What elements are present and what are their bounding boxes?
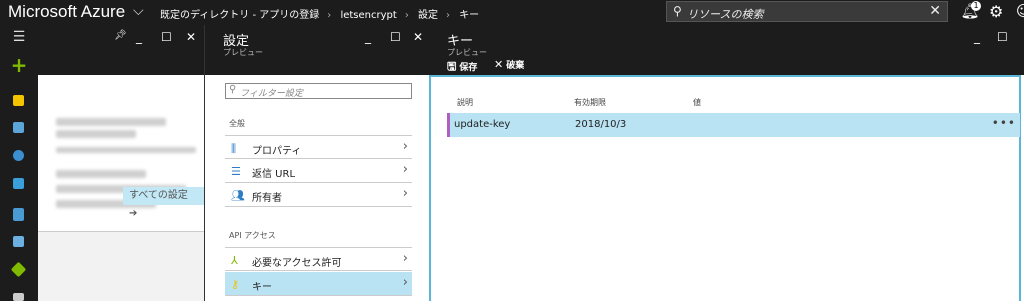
more-options-icon[interactable]: ••• [992, 116, 1016, 130]
breadcrumb-keys[interactable]: キー [459, 10, 479, 21]
minimize-icon[interactable]: _ [365, 30, 371, 44]
hamburger-menu-icon[interactable]: ☰ [0, 29, 38, 45]
breadcrumb-letsencrypt[interactable]: letsencrypt [340, 10, 396, 21]
sql-icon[interactable] [13, 178, 24, 189]
discard-label: 破棄 [506, 61, 525, 71]
brand-title[interactable]: Microsoft Azure [8, 2, 125, 22]
settings-item-label: 必要なアクセス許可 [252, 258, 342, 269]
chevron-right-icon: › [402, 139, 408, 154]
close-icon[interactable]: ✕ [186, 30, 196, 44]
breadcrumb-separator-icon: › [446, 10, 450, 21]
users-icon: 👥︎ [231, 189, 245, 202]
redacted-text [56, 130, 136, 138]
settings-item-reply-urls[interactable]: ☰ 返信 URL › [225, 159, 412, 183]
close-icon[interactable]: ✕ [413, 30, 423, 44]
monitor-icon[interactable] [13, 236, 24, 247]
section-api-access: API アクセス [229, 231, 276, 240]
chevron-right-icon: › [402, 186, 408, 201]
redacted-text [56, 118, 166, 126]
smiley-icon[interactable]: ☺ [1016, 2, 1024, 20]
keys-content: 説明 有効期限 値 update-key 2018/10/3 ••• [429, 75, 1021, 301]
maximize-icon[interactable]: ☐ [997, 30, 1008, 44]
column-header-value: 値 [693, 98, 701, 107]
settings-item-label: 返信 URL [252, 169, 296, 180]
settings-subtitle: プレビュー [223, 48, 263, 57]
resource-search[interactable]: ⚲ リソースの検索 ✕ [666, 1, 948, 22]
app-blade-header: 📌︎ _ ☐ ✕ [38, 25, 204, 75]
globe-icon[interactable] [13, 150, 24, 161]
minimize-icon[interactable]: _ [136, 30, 142, 44]
minimize-icon[interactable]: _ [974, 30, 980, 44]
gear-icon[interactable]: ⚙ [989, 2, 1003, 21]
search-icon: ⚲ [229, 84, 237, 95]
settings-item-keys[interactable]: ⚷ キー › [225, 272, 412, 296]
settings-item-owners[interactable]: 👥︎ 所有者 › [225, 183, 412, 207]
list-icon: ☰ [231, 165, 241, 178]
left-rail: ☰ + [0, 25, 38, 301]
discard-button[interactable]: ✕ 破棄 [494, 58, 524, 71]
top-bar: Microsoft Azure ⌵ 既定のディレクトリ - アプリの登録 › le… [0, 0, 1024, 25]
clear-search-icon[interactable]: ✕ [929, 3, 941, 19]
breadcrumb-app-registration[interactable]: 既定のディレクトリ - アプリの登録 [160, 10, 319, 21]
network-icon[interactable] [10, 261, 27, 278]
all-settings-button[interactable]: すべての設定 ➔ [123, 187, 204, 219]
key-expires[interactable]: 2018/10/3 [575, 119, 626, 130]
breadcrumb-separator-icon: › [327, 10, 332, 21]
save-icon: 🖫︎ [447, 60, 457, 73]
maximize-icon[interactable]: ☐ [161, 30, 172, 44]
key-icon: ⚷ [231, 278, 240, 291]
keys-blade: キー プレビュー _ ☐ 🖫︎ 保存 ✕ 破棄 説明 有効期限 値 update-k… [429, 25, 1024, 301]
permissions-icon: ⅄ [231, 254, 238, 267]
breadcrumb-separator-icon: › [404, 10, 409, 21]
column-header-description: 説明 [457, 98, 473, 107]
database-icon[interactable] [13, 208, 24, 221]
maximize-icon[interactable]: ☐ [390, 30, 401, 44]
breadcrumb: 既定のディレクトリ - アプリの登録 › letsencrypt › 設定 › キー [160, 6, 483, 21]
chevron-right-icon: › [402, 251, 408, 266]
search-input[interactable]: リソースの検索 [687, 6, 763, 22]
new-resource-icon[interactable]: + [0, 53, 38, 77]
discard-icon: ✕ [494, 58, 504, 71]
table-row[interactable]: update-key 2018/10/3 ••• [447, 113, 1020, 137]
column-header-expires: 有効期限 [574, 98, 606, 107]
dashboard-icon[interactable] [13, 95, 24, 106]
settings-item-label: 所有者 [252, 193, 282, 204]
filter-placeholder: フィルター設定 [240, 89, 303, 99]
notifications-button[interactable]: 🔔︎ 1 [960, 1, 981, 22]
chevron-right-icon: › [402, 162, 408, 177]
redacted-text [56, 170, 146, 178]
keys-blade-header: キー プレビュー _ ☐ 🖫︎ 保存 ✕ 破棄 [429, 25, 1024, 75]
settings-item-properties[interactable]: ⫼ プロパティ › [225, 135, 412, 159]
filter-settings-input[interactable]: ⚲ フィルター設定 [225, 83, 412, 99]
key-description[interactable]: update-key [454, 119, 510, 130]
more-services-icon[interactable] [13, 293, 24, 301]
chevron-right-icon: › [402, 275, 408, 290]
chevron-down-icon[interactable]: ⌵ [133, 3, 144, 19]
properties-icon: ⫼ [231, 142, 237, 155]
redacted-text [56, 147, 196, 153]
notification-badge: 1 [971, 1, 981, 11]
pin-icon[interactable]: 📌︎ [114, 30, 127, 41]
app-blade: 📌︎ _ ☐ ✕ すべての設定 ➔ [38, 25, 204, 301]
breadcrumb-settings[interactable]: 設定 [418, 10, 438, 21]
settings-item-label: キー [252, 282, 272, 293]
settings-blade-header: 設定 プレビュー _ ☐ ✕ [205, 25, 430, 75]
resources-icon[interactable] [13, 122, 24, 133]
settings-item-label: プロパティ [252, 146, 302, 157]
keys-subtitle: プレビュー [447, 48, 487, 57]
save-label: 保存 [459, 63, 478, 73]
section-general: 全般 [229, 119, 245, 128]
app-blade-body [38, 75, 204, 232]
settings-blade: 設定 プレビュー _ ☐ ✕ ⚲ フィルター設定 全般 ⫼ プロパティ › ☰ … [204, 25, 430, 301]
search-icon: ⚲ [673, 4, 682, 18]
settings-item-required-permissions[interactable]: ⅄ 必要なアクセス許可 › [225, 247, 412, 271]
